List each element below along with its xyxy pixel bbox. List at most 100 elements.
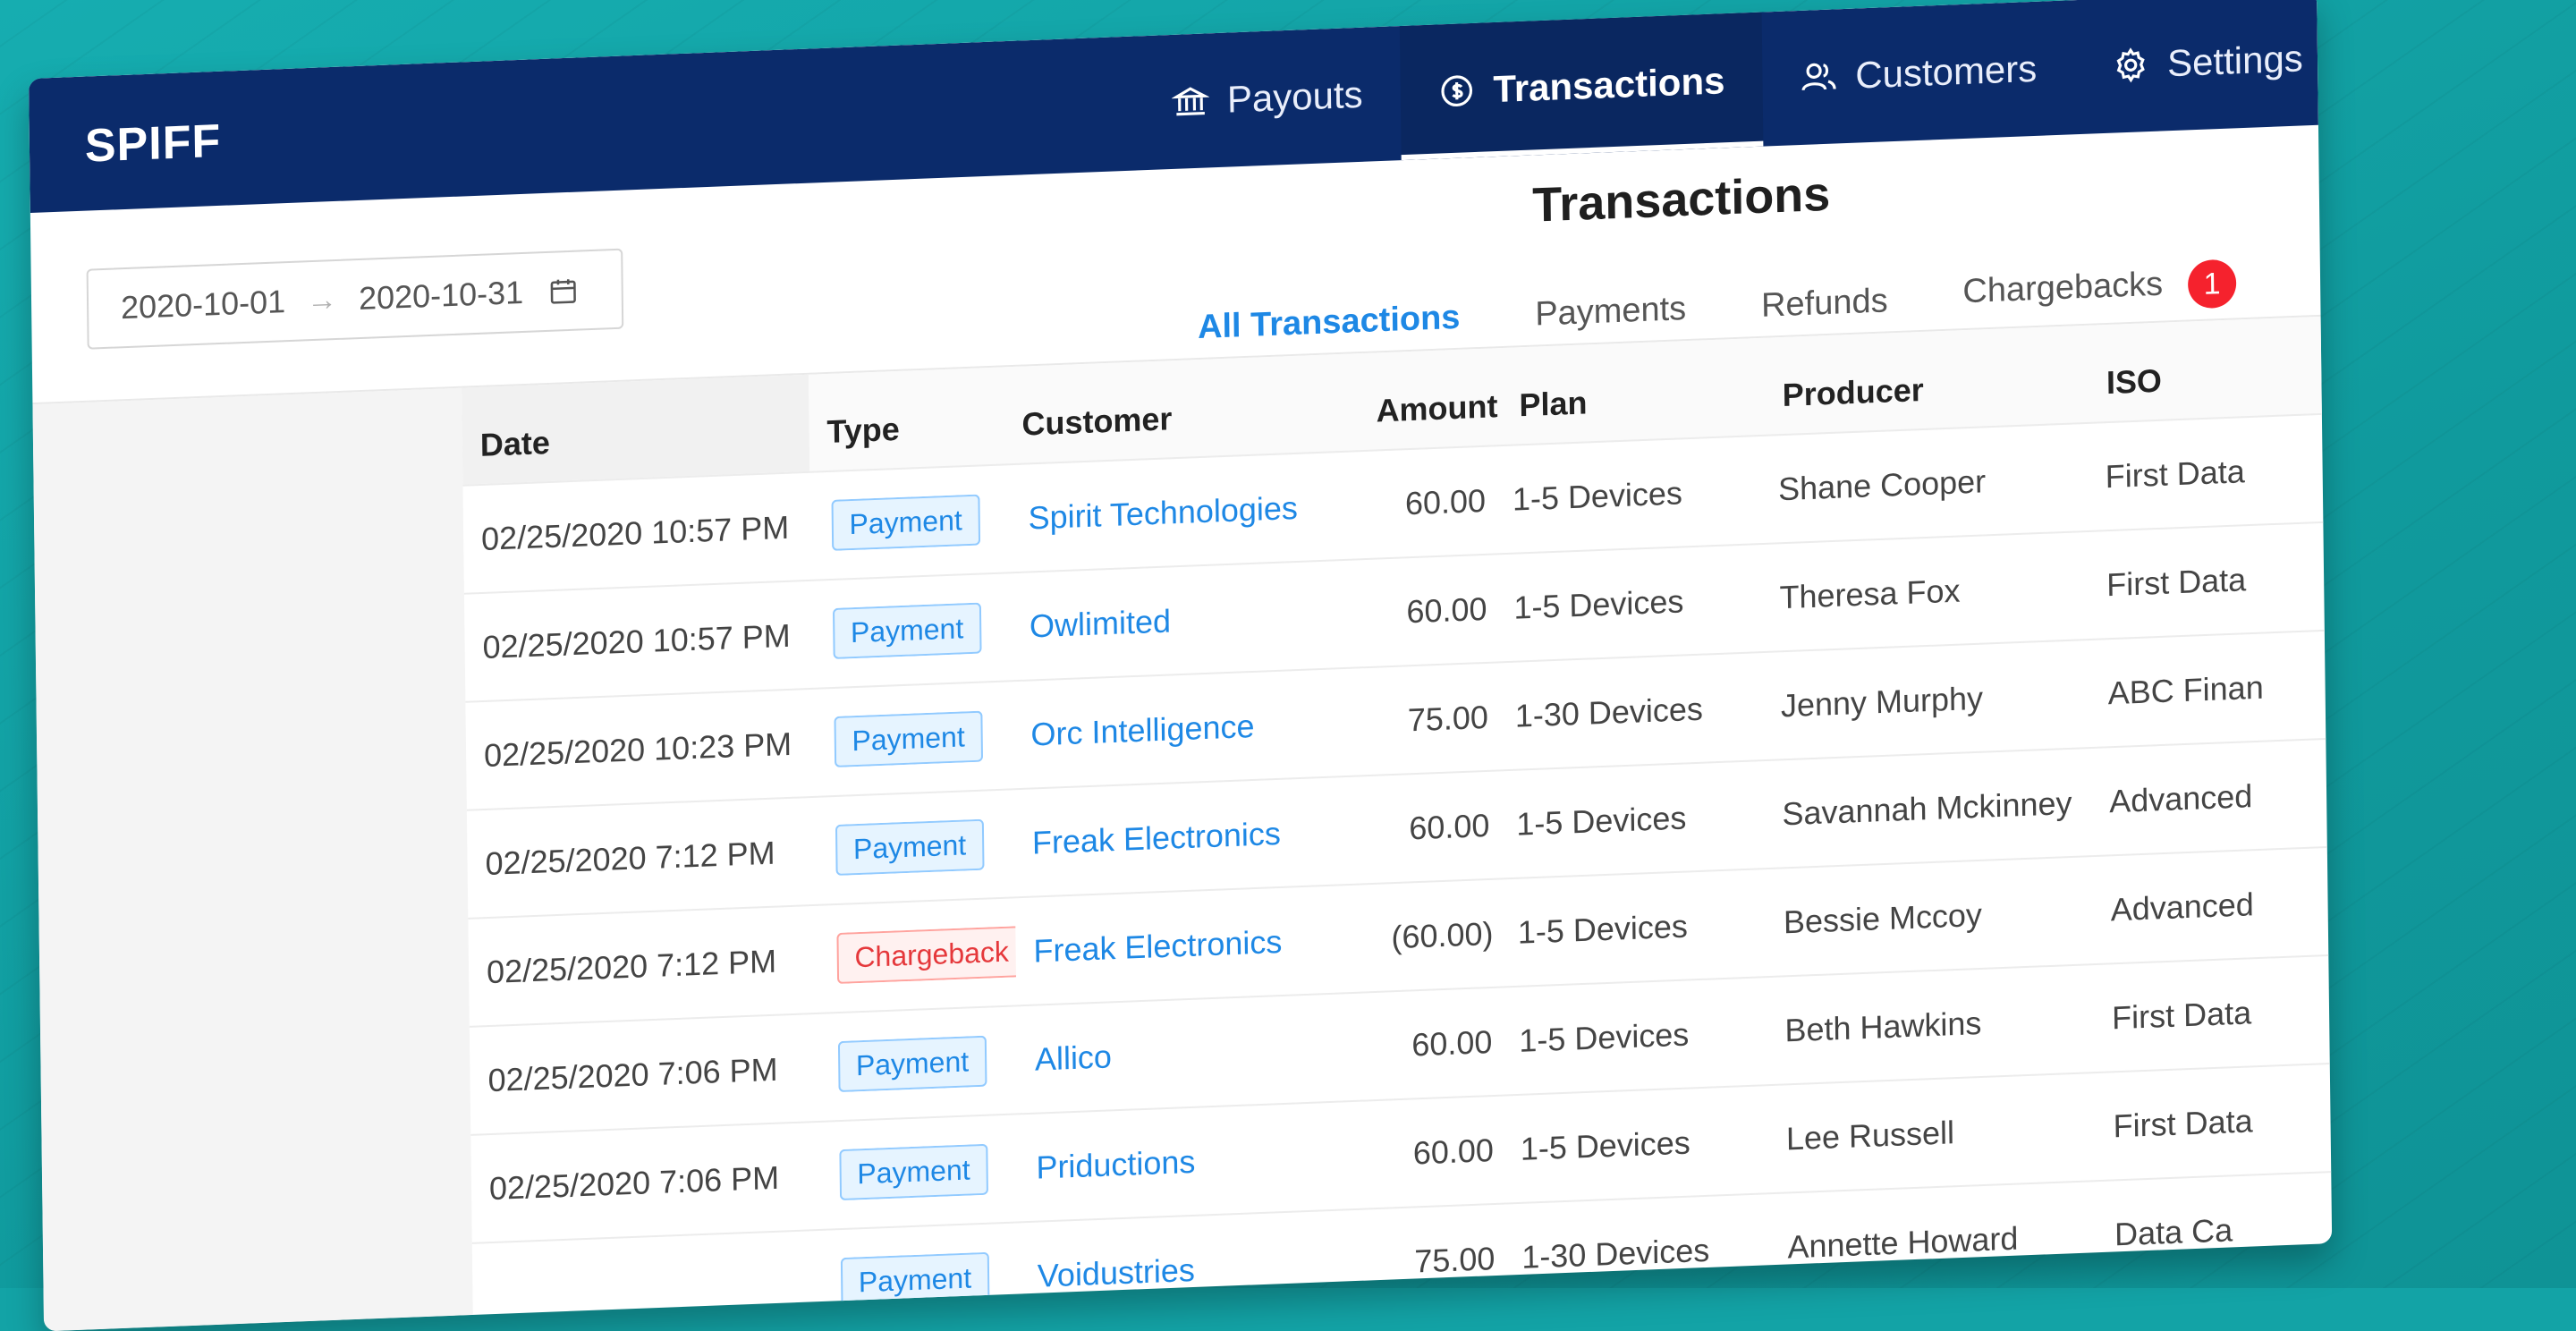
- cell-type: Payment: [820, 1034, 1018, 1093]
- cell-type: Payment: [823, 1250, 1021, 1310]
- date-range-picker[interactable]: 2020-10-01 → 2020-10-31: [86, 248, 624, 350]
- column-header-amount[interactable]: Amount: [1358, 387, 1502, 450]
- cell-plan-text: 1-5 Devices: [1512, 473, 1683, 518]
- cell-producer-text: Shane Cooper: [1777, 462, 1987, 507]
- cell-producer: Savannah Mckinney: [1764, 784, 2091, 834]
- date-range-end[interactable]: 2020-10-31: [359, 274, 524, 318]
- cell-producer-text: Bessie Mccoy: [1783, 895, 1983, 940]
- cell-iso-text: First Data: [2105, 452, 2245, 495]
- nav-item-payouts[interactable]: Payouts: [1133, 26, 1401, 170]
- cell-plan-text: 1-5 Devices: [1516, 798, 1687, 843]
- cell-date: 02/25/2020 10:57 PM: [463, 507, 814, 558]
- cell-iso-text: First Data: [2113, 1101, 2253, 1144]
- cell-date-text: 02/25/2020 10:57 PM: [480, 508, 790, 557]
- nav-item-customers[interactable]: Customers: [1761, 0, 2075, 146]
- nav-label-settings: Settings: [2166, 37, 2304, 85]
- cell-producer: Bessie Mccoy: [1766, 892, 2093, 942]
- cell-customer: Priductions: [1018, 1136, 1376, 1187]
- cell-iso-text: ABC Finan: [2107, 668, 2264, 711]
- cell-date-text: 02/25/2020 10:57 PM: [482, 616, 791, 666]
- cell-date-text: 02/25/2020 7:12 PM: [486, 942, 777, 990]
- cell-amount: 60.00: [1369, 589, 1496, 632]
- nav-item-settings[interactable]: Settings: [2073, 0, 2332, 134]
- nav-item-transactions[interactable]: Transactions: [1399, 12, 1764, 161]
- cell-date: 02/25/2020 7:06 PM: [470, 1048, 820, 1099]
- page-title: Transactions: [1531, 166, 1831, 233]
- transactions-table: Date Type Customer Amount Plan Producer …: [462, 316, 2333, 1331]
- cell-date: [473, 1284, 823, 1297]
- cell-iso: Advanced: [2091, 774, 2326, 820]
- cell-iso-text: Data Ca: [2114, 1210, 2233, 1252]
- cell-amount-text: 60.00: [1409, 806, 1490, 846]
- left-pane: [32, 387, 473, 1331]
- type-tag: Payment: [839, 1143, 988, 1201]
- cell-producer: Beth Hawkins: [1767, 1000, 2094, 1050]
- cell-plan: 1-5 Devices: [1495, 471, 1761, 519]
- column-header-type[interactable]: Type: [809, 406, 1004, 471]
- arrow-right-icon: →: [306, 282, 338, 318]
- cell-amount-text: (60.00): [1391, 914, 1494, 955]
- date-range-start[interactable]: 2020-10-01: [121, 283, 286, 326]
- app-logo: SPIFF: [84, 114, 222, 173]
- cell-type: Payment: [815, 601, 1013, 659]
- customer-link[interactable]: Allico: [1035, 1038, 1112, 1077]
- type-tag: Chargeback: [836, 926, 1016, 985]
- dollar-circle-icon: [1441, 75, 1472, 107]
- cell-iso-text: First Data: [2106, 560, 2247, 603]
- cell-customer: Allico: [1017, 1028, 1375, 1079]
- cell-iso-text: First Data: [2111, 993, 2252, 1036]
- gear-icon: [2116, 47, 2145, 83]
- cell-plan: 1-5 Devices: [1496, 580, 1762, 627]
- type-tag: Payment: [835, 818, 985, 877]
- cell-iso: First Data: [2095, 1099, 2330, 1146]
- cell-iso: ABC Finan: [2089, 666, 2325, 712]
- cell-date: 02/25/2020 10:23 PM: [466, 724, 817, 775]
- cell-plan: 1-5 Devices: [1498, 796, 1765, 844]
- cell-amount: 60.00: [1376, 1131, 1503, 1173]
- cell-customer: Freak Electronics: [1014, 810, 1372, 861]
- cell-customer: Spirit Technologies: [1010, 486, 1368, 537]
- cell-producer-text: Lee Russell: [1785, 1113, 1955, 1157]
- cell-plan-text: 1-30 Devices: [1514, 690, 1704, 734]
- bank-icon: [1171, 87, 1210, 116]
- nav-label-transactions: Transactions: [1493, 59, 1725, 111]
- cell-plan: 1-5 Devices: [1501, 1013, 1767, 1060]
- cell-producer-text: Jenny Murphy: [1780, 679, 1984, 724]
- cell-amount-text: 60.00: [1412, 1131, 1495, 1171]
- cell-producer: Theresa Fox: [1761, 566, 2089, 616]
- type-tag: Payment: [840, 1251, 990, 1310]
- table-body: 02/25/2020 10:57 PM Payment Spirit Technol…: [462, 414, 2333, 1331]
- column-header-iso[interactable]: ISO: [2089, 356, 2322, 422]
- customer-link[interactable]: Priductions: [1036, 1142, 1195, 1185]
- column-header-producer[interactable]: Producer: [1765, 365, 2089, 435]
- customer-link[interactable]: Owlimited: [1030, 602, 1171, 644]
- cell-amount: (60.00): [1373, 914, 1500, 956]
- cell-plan-text: 1-5 Devices: [1513, 581, 1684, 626]
- cell-plan: 1-30 Devices: [1497, 688, 1764, 735]
- customer-link[interactable]: Freak Electronics: [1033, 922, 1282, 969]
- cell-producer: Lee Russell: [1768, 1108, 2096, 1158]
- cell-amount-text: 60.00: [1406, 589, 1487, 630]
- cell-amount: 75.00: [1377, 1239, 1504, 1281]
- customer-link[interactable]: Freak Electronics: [1032, 814, 1281, 860]
- cell-plan-text: 1-30 Devices: [1521, 1231, 1710, 1276]
- customer-link[interactable]: Orc Intelligence: [1030, 707, 1254, 752]
- cell-iso: First Data: [2094, 991, 2329, 1038]
- nav-label-customers: Customers: [1854, 47, 2038, 97]
- cell-customer: Owlimited: [1012, 594, 1369, 645]
- customer-link[interactable]: Voidustries: [1038, 1250, 1195, 1293]
- cell-amount-text: 75.00: [1414, 1239, 1496, 1280]
- cell-type: Chargeback: [818, 926, 1016, 985]
- chargebacks-count-badge: 1: [2187, 259, 2237, 309]
- cell-plan: 1-5 Devices: [1503, 1121, 1769, 1168]
- customer-link[interactable]: Spirit Technologies: [1028, 488, 1298, 536]
- cell-plan-text: 1-5 Devices: [1520, 1123, 1690, 1167]
- cell-type: Payment: [816, 709, 1013, 767]
- column-header-plan[interactable]: Plan: [1501, 377, 1765, 445]
- cell-amount-text: 60.00: [1404, 481, 1487, 521]
- type-tag: Payment: [834, 710, 984, 767]
- column-header-date[interactable]: Date: [462, 374, 810, 485]
- cell-customer: Freak Electronics: [1015, 919, 1373, 970]
- cell-amount: 60.00: [1372, 806, 1499, 848]
- cell-type: Payment: [813, 493, 1011, 551]
